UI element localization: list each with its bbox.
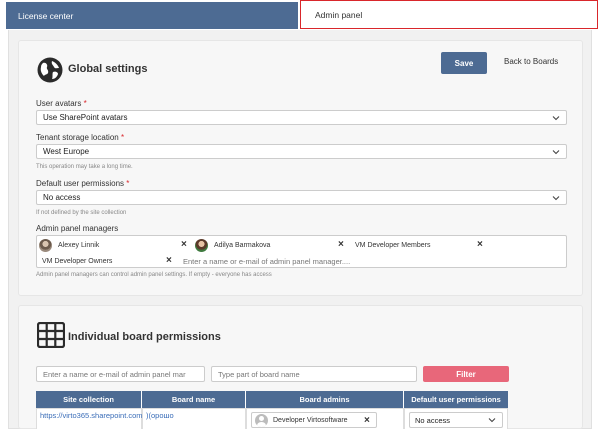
board-permissions-card: Individual board permissions Filter Site… xyxy=(18,305,583,429)
manager-chip: Alexey Linnik xyxy=(39,238,99,252)
table-row-board-admins: Developer Virtosoftware × xyxy=(246,408,404,429)
tenant-storage-label: Tenant storage location * xyxy=(36,133,125,142)
board-admin-chip: Developer Virtosoftware × xyxy=(251,412,377,428)
board-admin-name: Developer Virtosoftware xyxy=(273,416,348,424)
close-icon[interactable]: × xyxy=(181,240,187,250)
default-permissions-hint: If not defined by the site collection xyxy=(36,210,127,216)
user-avatars-value: Use SharePoint avatars xyxy=(43,113,128,122)
close-icon[interactable]: × xyxy=(166,256,172,266)
admin-managers-hint: Admin panel managers can control admin p… xyxy=(36,272,272,278)
user-avatars-select[interactable]: Use SharePoint avatars xyxy=(36,110,567,125)
default-permission-select[interactable]: No access xyxy=(409,412,503,428)
required-marker: * xyxy=(83,99,87,108)
tab-bar: License center Admin panel xyxy=(0,0,600,30)
default-permission-value: No access xyxy=(415,415,451,425)
manager-name: Alexey Linnik xyxy=(58,241,100,249)
manager-chip: VM Developer Members xyxy=(355,238,430,252)
table-row-site-collection: https://virto365.sharepoint.com/sites/vm xyxy=(36,408,172,429)
avatar xyxy=(195,238,208,252)
column-header-site-collection[interactable]: Site collection xyxy=(36,391,142,408)
column-header-board-name[interactable]: Board name xyxy=(142,391,246,408)
table-row-board-name: )(орошо xyxy=(142,408,246,429)
column-header-default-permissions[interactable]: Default user permissions xyxy=(404,391,508,408)
column-header-board-admins[interactable]: Board admins xyxy=(246,391,404,408)
admin-managers-label: Admin panel managers xyxy=(36,224,119,233)
required-marker: * xyxy=(120,133,125,142)
close-icon[interactable]: × xyxy=(364,416,370,426)
manager-name: VM Developer Owners xyxy=(42,257,113,265)
back-to-boards-link[interactable]: Back to Boards xyxy=(504,57,558,66)
grid-icon xyxy=(37,322,65,348)
manager-name: VM Developer Members xyxy=(355,241,431,249)
board-name-link[interactable]: )(орошо xyxy=(146,411,174,420)
chevron-down-icon xyxy=(488,418,496,423)
board-permissions-title: Individual board permissions xyxy=(68,331,221,343)
tab-license-center[interactable]: License center xyxy=(6,2,298,29)
board-name-filter-input[interactable] xyxy=(211,366,417,382)
admin-managers-input[interactable] xyxy=(183,255,553,267)
close-icon[interactable]: × xyxy=(338,240,344,250)
global-settings-title: Global settings xyxy=(68,63,148,75)
tenant-storage-hint: This operation may take a long time. xyxy=(36,164,133,170)
avatar xyxy=(39,238,52,252)
user-avatars-label: User avatars * xyxy=(36,99,87,108)
tenant-storage-value: West Europe xyxy=(43,147,90,156)
table-row-default-permission: No access xyxy=(404,408,508,429)
globe-icon xyxy=(37,57,63,83)
manager-filter-input[interactable] xyxy=(36,366,205,382)
filter-button[interactable]: Filter xyxy=(423,366,509,382)
tab-admin-panel[interactable]: Admin panel xyxy=(300,0,598,29)
save-button[interactable]: Save xyxy=(441,52,487,74)
close-icon[interactable]: × xyxy=(477,240,483,250)
avatar xyxy=(255,413,268,427)
manager-chip: VM Developer Owners xyxy=(42,254,112,268)
chevron-down-icon xyxy=(552,150,560,155)
chevron-down-icon xyxy=(552,116,560,121)
required-marker: * xyxy=(126,179,130,188)
tenant-storage-select[interactable]: West Europe xyxy=(36,144,567,159)
default-permissions-select[interactable]: No access xyxy=(36,190,567,205)
admin-managers-picker[interactable]: Alexey Linnik × Adilya Barmakova × VM De… xyxy=(36,235,567,268)
manager-name: Adilya Barmakova xyxy=(214,241,271,249)
chevron-down-icon xyxy=(552,196,560,201)
manager-chip: Adilya Barmakova xyxy=(195,238,270,252)
global-settings-card: Global settings Save Back to Boards User… xyxy=(18,40,583,296)
default-permissions-value: No access xyxy=(43,193,81,202)
default-permissions-label: Default user permissions * xyxy=(36,179,130,188)
